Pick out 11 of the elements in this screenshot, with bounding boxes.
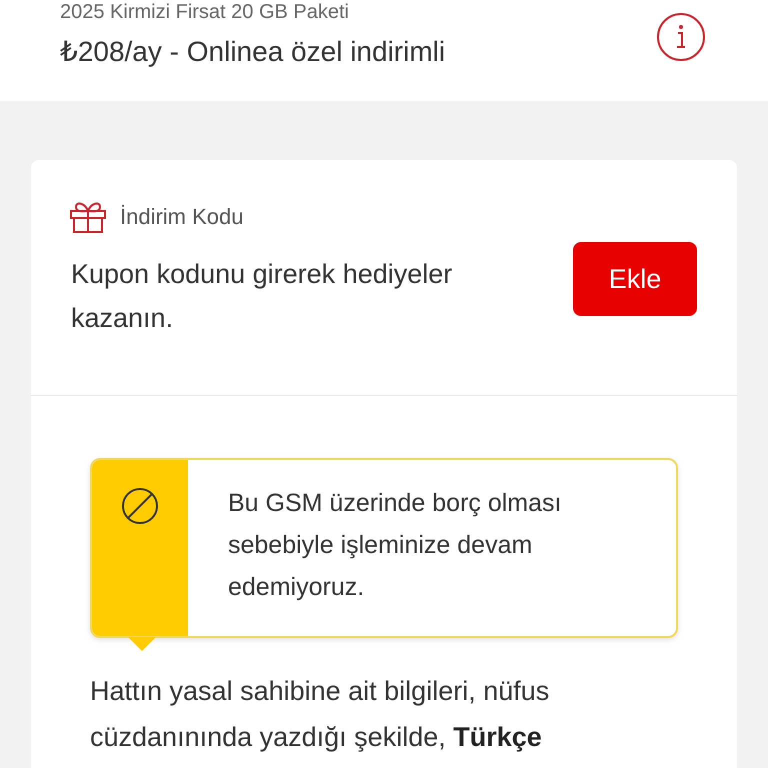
package-name: 2025 Kirmizi Firsat 20 GB Paketi [60,0,350,24]
prohibited-icon [120,486,160,526]
gift-icon [68,200,108,234]
info-button[interactable] [656,12,706,62]
add-button[interactable]: Ekle [573,242,697,316]
instruction-text: Hattın yasal sahibine ait bilgileri, nüfus cüzdanınında yazdığı şekilde, Türkçe [90,675,550,754]
info-icon [656,12,706,62]
warning-message: Bu GSM üzerinde borç olması sebebiyle işleminize devam edemiyoruz. [228,488,562,603]
package-price: ₺208/ay - Onlinea özel indirimli [60,36,446,68]
card-description: Kupon kodunu girerek hediyeler kazanın. [71,258,454,335]
card-title: İndirim Kodu [120,204,244,230]
